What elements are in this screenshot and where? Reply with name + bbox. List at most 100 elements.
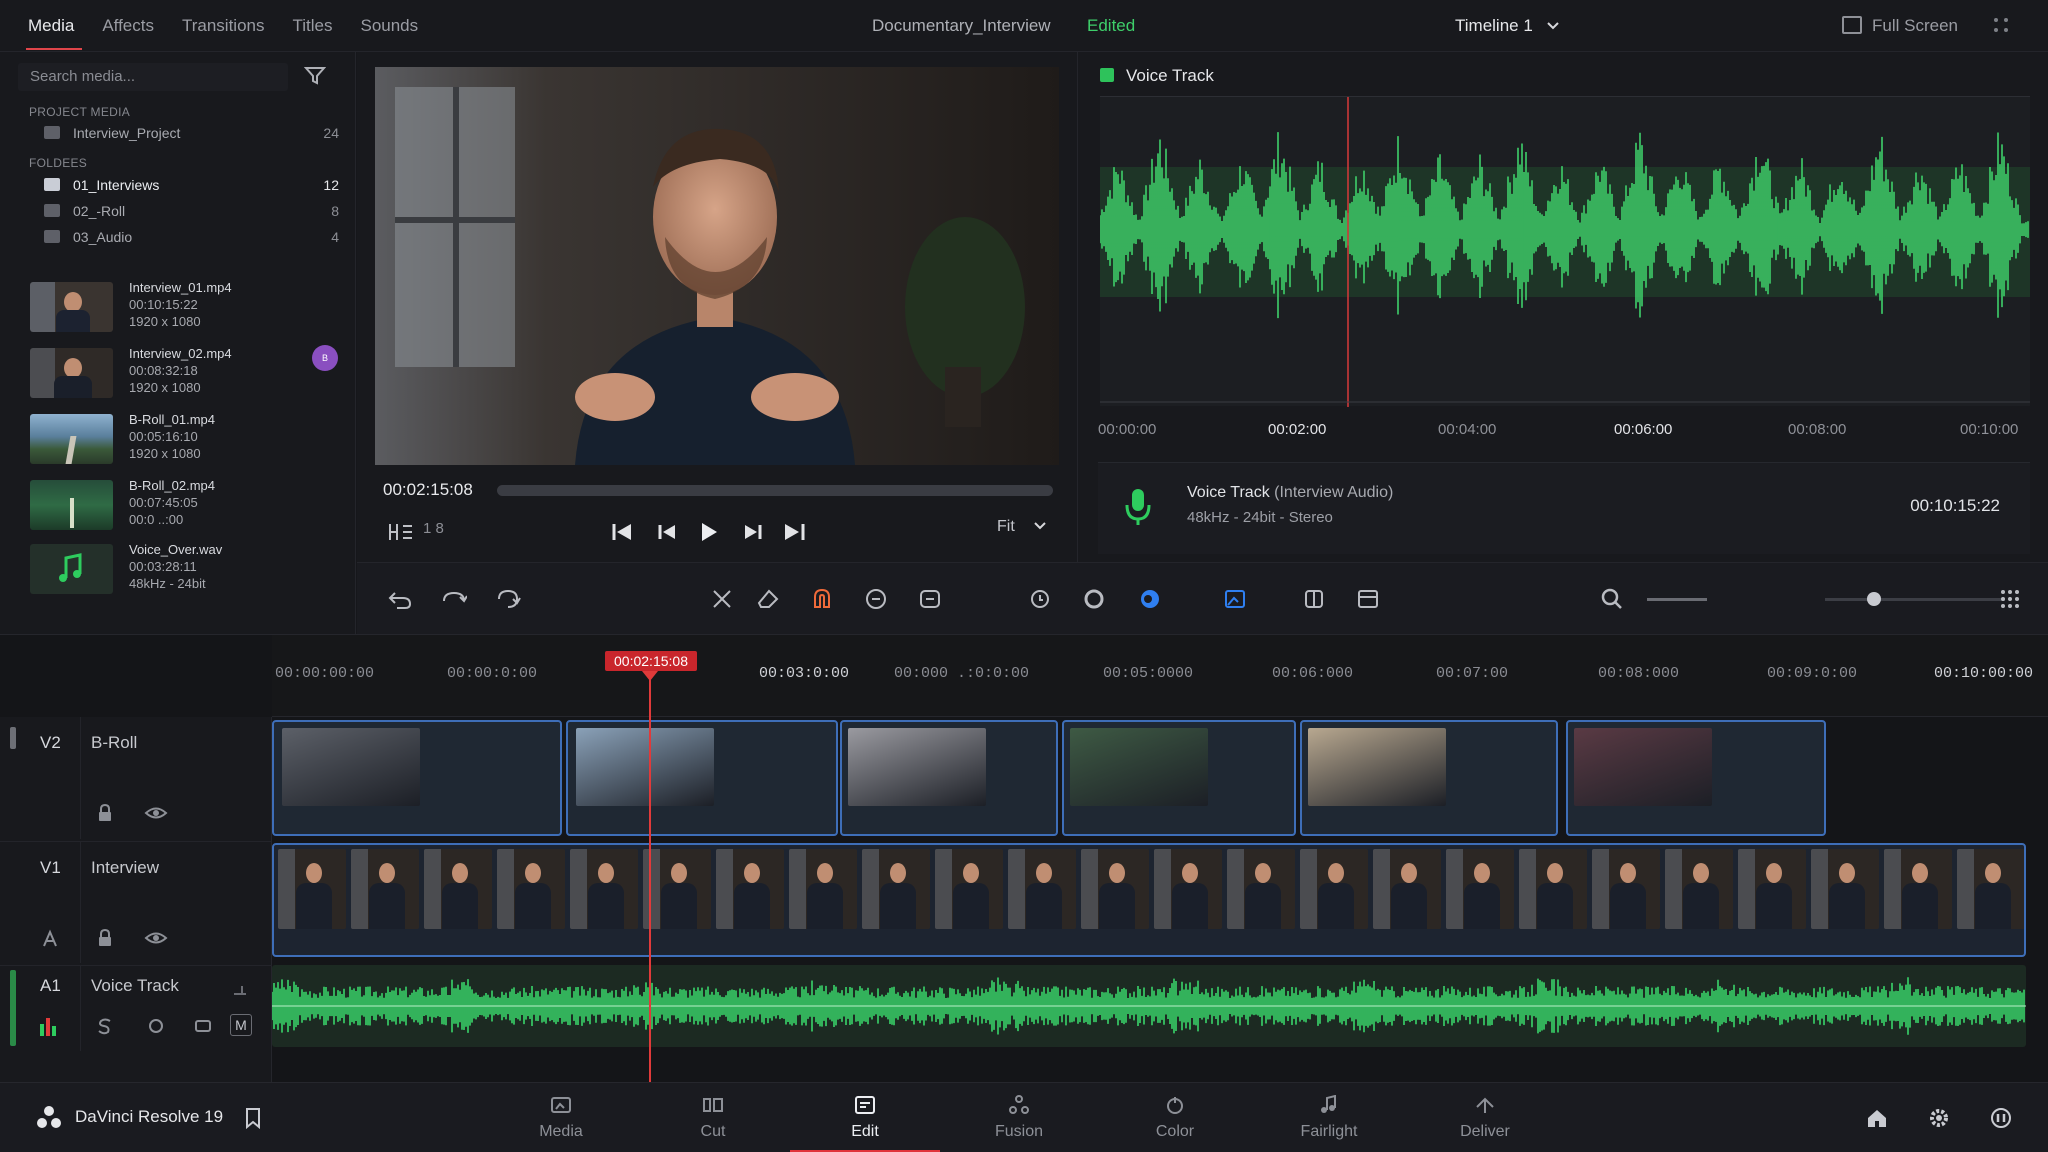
eraser-icon[interactable]: [755, 587, 781, 611]
go-to-end-icon[interactable]: [783, 520, 809, 544]
interview-clip[interactable]: [272, 843, 2026, 957]
go-to-start-icon[interactable]: [611, 520, 633, 544]
play-icon[interactable]: [699, 520, 719, 544]
track-options-icon[interactable]: [230, 980, 250, 1000]
tab-media[interactable]: Media: [18, 0, 92, 52]
page-label: Media: [539, 1123, 583, 1140]
media-clip[interactable]: B-Roll_01.mp4 00:05:16:10 1920 x 1080: [30, 412, 330, 468]
folder-item-interviews[interactable]: 01_Interviews 12: [29, 174, 339, 196]
page-color[interactable]: Color: [1100, 1083, 1250, 1152]
full-screen-button[interactable]: Full Screen: [1842, 0, 1958, 52]
media-clip[interactable]: Interview_02.mp4 00:08:32:18 1920 x 1080: [30, 346, 330, 402]
tab-titles[interactable]: Titles: [282, 0, 350, 52]
media-clip[interactable]: Interview_01.mp4 00:10:15:22 1920 x 1080: [30, 280, 330, 336]
media-clip[interactable]: B-Roll_02.mp4 00:07:45:05 00:0 ..:00: [30, 478, 330, 534]
track-handle[interactable]: [10, 727, 16, 749]
frame-body: [880, 883, 916, 929]
ruler-label: 00:06:000: [1272, 665, 1354, 682]
time-label: 00:00:00: [1098, 421, 1157, 438]
settings-gear-icon[interactable]: [1928, 1107, 1950, 1129]
bookmark-icon[interactable]: [244, 1107, 262, 1129]
marker-icon[interactable]: [1027, 587, 1053, 611]
undo-icon[interactable]: [387, 587, 413, 611]
folder-item-broll[interactable]: 02_-Roll 8: [29, 200, 339, 222]
lock-icon[interactable]: [95, 803, 115, 823]
music-note-icon: [59, 553, 82, 582]
page-cut[interactable]: Cut: [638, 1083, 788, 1152]
step-forward-icon[interactable]: [743, 520, 763, 544]
grid-dots-icon[interactable]: [1992, 16, 2012, 36]
lock-icon[interactable]: [95, 928, 115, 948]
zoom-fit-dropdown[interactable]: Fit: [997, 518, 1047, 536]
broll-clip[interactable]: [840, 720, 1058, 836]
loop-icon[interactable]: [146, 1016, 166, 1036]
folder-icon: [44, 204, 60, 217]
slider-thumb[interactable]: [1867, 592, 1881, 606]
audio-track-color: [10, 970, 16, 1046]
ripple-icon[interactable]: [917, 587, 943, 611]
tab-sounds[interactable]: Sounds: [350, 0, 436, 52]
step-back-icon[interactable]: [657, 520, 677, 544]
folder-item-audio[interactable]: 03_Audio 4: [29, 226, 339, 248]
broll-clip[interactable]: [1300, 720, 1558, 836]
playhead-marker[interactable]: [642, 671, 658, 681]
time-label: 00:06:00: [1614, 421, 1673, 438]
tab-transitions[interactable]: Transitions: [172, 0, 283, 52]
image-icon[interactable]: [1223, 587, 1249, 611]
page-deliver[interactable]: Deliver: [1410, 1083, 1560, 1152]
tab-affects[interactable]: Affects: [92, 0, 172, 52]
clip-info: 00:0 ..:00: [129, 512, 184, 527]
broll-clip[interactable]: [566, 720, 838, 836]
media-clip[interactable]: Voice_Over.wav 00:03:28:11 48kHz - 24bit: [30, 542, 330, 598]
film-frame: [570, 849, 638, 929]
clip-thumbnail: [282, 728, 420, 806]
audio-meter-icon: [40, 1018, 56, 1036]
link-clips-icon[interactable]: [863, 587, 889, 611]
project-item[interactable]: Interview_Project 24: [29, 122, 339, 144]
waveform-area[interactable]: [1099, 96, 2030, 407]
auto-select-icon[interactable]: [40, 928, 60, 948]
chevron-down-icon: [1034, 522, 1046, 530]
audio-viewer-title: Voice Track: [1100, 66, 1214, 86]
broll-clip[interactable]: [1062, 720, 1296, 836]
grid-icon[interactable]: [1997, 587, 2023, 611]
frame-face: [379, 863, 395, 883]
track-height-slider[interactable]: [1825, 598, 2005, 601]
frame-body: [1172, 883, 1208, 929]
zoom-slider[interactable]: [1647, 598, 1707, 601]
pause-circle-icon[interactable]: [1990, 1107, 2012, 1129]
redo-icon[interactable]: [441, 587, 467, 611]
filter-icon[interactable]: [304, 66, 326, 86]
clip-thumbnail: [848, 728, 986, 806]
playhead[interactable]: [649, 673, 651, 1083]
viewer-scrubber[interactable]: [497, 485, 1053, 496]
flag-icon[interactable]: [1137, 587, 1163, 611]
eye-icon[interactable]: [144, 803, 168, 823]
timeline-ruler[interactable]: 00:00:00:00 00:00:0:00 00:03:0:00 00:000…: [272, 635, 2048, 717]
search-media-input[interactable]: Search media...: [18, 63, 288, 91]
voice-track-audio-clip[interactable]: [272, 965, 2026, 1047]
film-frame: [1446, 849, 1514, 929]
eye-icon[interactable]: [144, 928, 168, 948]
page-edit[interactable]: Edit: [790, 1083, 940, 1152]
zoom-search-icon[interactable]: [1599, 587, 1625, 611]
snap-magnet-icon[interactable]: [809, 587, 835, 611]
clip-name: B-Roll_01.mp4: [129, 412, 215, 427]
mute-button[interactable]: M: [230, 1014, 252, 1036]
solo-icon[interactable]: [95, 1016, 115, 1036]
timeline-selector[interactable]: Timeline 1: [1455, 0, 1560, 52]
blade-cut-icon[interactable]: [709, 587, 735, 611]
refresh-icon[interactable]: [495, 587, 521, 611]
clip-range-icon[interactable]: [387, 520, 415, 544]
track-sync-icon[interactable]: [193, 1016, 213, 1036]
loop-icon[interactable]: [1081, 587, 1107, 611]
home-icon[interactable]: [1866, 1107, 1888, 1129]
page-fairlight[interactable]: Fairlight: [1254, 1083, 1404, 1152]
broll-clip[interactable]: [272, 720, 562, 836]
frame-face: [890, 863, 906, 883]
broll-clip[interactable]: [1566, 720, 1826, 836]
page-fusion[interactable]: Fusion: [944, 1083, 1094, 1152]
page-media[interactable]: Media: [486, 1083, 636, 1152]
crop-icon[interactable]: [1301, 587, 1327, 611]
archive-icon[interactable]: [1355, 587, 1381, 611]
